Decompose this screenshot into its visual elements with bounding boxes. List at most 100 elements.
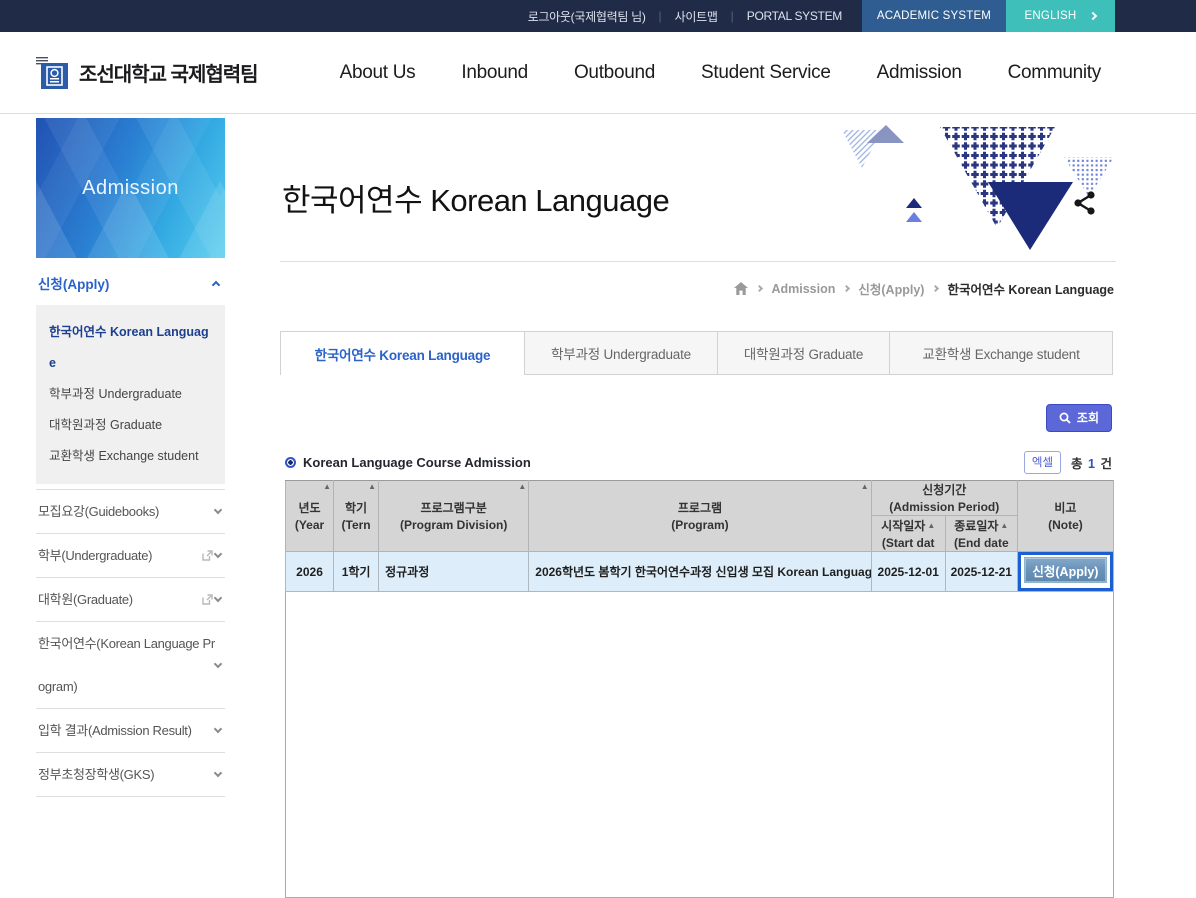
tab-graduate[interactable]: 대학원과정 Graduate (718, 331, 890, 375)
column-header-program[interactable]: ▲ 프로그램 (Program) (529, 481, 871, 552)
table-row: 2026 1학기 정규과정 2026학년도 봄학기 한국어연수과정 신입생 모집… (286, 552, 1114, 592)
main-navigation: About Us Inbound Outbound Student Servic… (340, 62, 1101, 84)
breadcrumb-separator (756, 285, 763, 292)
breadcrumb-admission[interactable]: Admission (771, 282, 835, 296)
sort-asc-icon: ▲ (518, 483, 526, 491)
menu-label: 입학 결과(Admission Result) (38, 709, 215, 752)
admission-grid: ▲ 년도 (Year ▲ 학기 (Tern ▲ 프로그램구분 (Prog (285, 480, 1114, 898)
total-count: 총 1 건 (1071, 453, 1112, 472)
search-icon (1059, 412, 1071, 424)
chevron-down-icon (214, 659, 222, 667)
breadcrumb-separator (932, 285, 939, 292)
sort-asc-icon: ▲ (323, 483, 331, 491)
sidebar-item-undergraduate[interactable]: 학부(Undergraduate) (36, 534, 225, 578)
sidebar-item-exchange-student[interactable]: 교환학생 Exchange student (49, 441, 212, 472)
sidebar-item-graduate-course[interactable]: 대학원과정 Graduate (49, 410, 212, 441)
search-button-label: 조회 (1077, 409, 1099, 426)
english-label: ENGLISH (1025, 10, 1077, 22)
column-header-admission-period: 신청기간 (Admission Period) (871, 481, 1017, 516)
nav-inbound[interactable]: Inbound (461, 62, 528, 84)
decorative-triangles (837, 122, 1115, 254)
academic-system-button[interactable]: ACADEMIC SYSTEM (862, 0, 1006, 32)
topbar: 로그아웃(국제협력팀 님) | 사이트맵 | PORTAL SYSTEM ACA… (0, 0, 1196, 32)
column-header-note[interactable]: 비고 (Note) (1017, 481, 1113, 552)
menu-label: 학부(Undergraduate) (38, 534, 198, 577)
sort-asc-icon: ▲ (1000, 521, 1008, 530)
total-count-value: 1 (1086, 457, 1097, 471)
cell-end-date: 2025-12-21 (945, 552, 1017, 592)
sidebar-item-undergraduate-course[interactable]: 학부과정 Undergraduate (49, 379, 212, 410)
column-header-year[interactable]: ▲ 년도 (Year (286, 481, 334, 552)
menu-label: 한국어연수(Korean Language Program) (38, 622, 215, 708)
topbar-divider: | (731, 9, 734, 23)
tab-bar: 한국어연수 Korean Language 학부과정 Undergraduate… (280, 331, 1116, 375)
nav-admission[interactable]: Admission (877, 62, 962, 84)
highlight-ring: 신청(Apply) (1018, 552, 1113, 591)
logo-text: 조선대학교 국제협력팀 (79, 58, 258, 87)
cell-note: 신청(Apply) (1017, 552, 1113, 592)
title-divider (280, 261, 1116, 262)
nav-community[interactable]: Community (1008, 62, 1101, 84)
total-prefix: 총 (1071, 457, 1083, 471)
nav-student-service[interactable]: Student Service (701, 62, 831, 84)
breadcrumb-apply[interactable]: 신청(Apply) (858, 279, 924, 298)
external-link-icon (202, 550, 213, 561)
chevron-up-icon (212, 280, 220, 288)
sort-asc-icon: ▲ (368, 483, 376, 491)
grid-section-title: Korean Language Course Admission (303, 455, 531, 470)
university-logo[interactable]: 조선대학교 국제협력팀 (36, 56, 258, 90)
chevron-down-icon (214, 769, 222, 777)
column-header-program-division[interactable]: ▲ 프로그램구분 (Program Division) (379, 481, 529, 552)
sidebar-menu: 모집요강(Guidebooks) 학부(Undergraduate) 대학원(G… (36, 489, 225, 797)
sort-asc-icon: ▲ (927, 521, 935, 530)
search-button[interactable]: 조회 (1046, 404, 1112, 432)
tab-exchange-student[interactable]: 교환학생 Exchange student (890, 331, 1113, 375)
small-blue-triangle (906, 212, 922, 222)
apply-submenu: 한국어연수 Korean Language 학부과정 Undergraduate… (36, 305, 225, 484)
cell-term: 1학기 (334, 552, 379, 592)
sidebar-item-admission-result[interactable]: 입학 결과(Admission Result) (36, 709, 225, 753)
topbar-filler (1115, 0, 1196, 32)
excel-export-button[interactable]: 엑셀 (1024, 451, 1061, 474)
column-header-term[interactable]: ▲ 학기 (Tern (334, 481, 379, 552)
language-english-button[interactable]: ENGLISH (1006, 0, 1115, 32)
nav-outbound[interactable]: Outbound (574, 62, 655, 84)
column-header-start-date[interactable]: 시작일자▲ (Start dat (871, 516, 945, 552)
section-bullet-icon (285, 457, 296, 468)
tab-korean-language[interactable]: 한국어연수 Korean Language (280, 331, 525, 375)
sidebar-section-apply[interactable]: 신청(Apply) (36, 258, 225, 305)
breadcrumb-current: 한국어연수 Korean Language (947, 279, 1114, 298)
sort-asc-icon: ▲ (861, 483, 869, 491)
share-icon[interactable] (1074, 191, 1094, 214)
main-content: 한국어연수 Korean Language Admission 신청(Apply… (280, 114, 1116, 891)
sidebar-banner-title: Admission (82, 177, 179, 200)
breadcrumb: Admission 신청(Apply) 한국어연수 Korean Languag… (280, 279, 1116, 298)
university-logo-emblem (36, 56, 70, 90)
portal-system-link[interactable]: PORTAL SYSTEM (747, 9, 842, 23)
chevron-down-icon (214, 725, 222, 733)
grid-empty-body (285, 592, 1114, 898)
column-header-end-date[interactable]: 종료일자▲ (End date (945, 516, 1017, 552)
chevron-down-icon (214, 594, 222, 602)
sitemap-link[interactable]: 사이트맵 (675, 8, 718, 25)
sidebar-banner: Admission (36, 118, 225, 258)
menu-label: 모집요강(Guidebooks) (38, 490, 215, 533)
apply-button[interactable]: 신청(Apply) (1024, 557, 1107, 583)
sidebar-item-guidebooks[interactable]: 모집요강(Guidebooks) (36, 490, 225, 534)
sidebar-item-korean-language[interactable]: 한국어연수 Korean Language (49, 317, 212, 379)
site-header: 조선대학교 국제협력팀 About Us Inbound Outbound St… (0, 32, 1196, 114)
sidebar-section-apply-label: 신청(Apply) (38, 273, 109, 293)
topbar-divider: | (659, 9, 662, 23)
small-navy-triangle (906, 198, 922, 208)
menu-label: 정부초청장학생(GKS) (38, 753, 215, 796)
nav-about-us[interactable]: About Us (340, 62, 416, 84)
tab-undergraduate[interactable]: 학부과정 Undergraduate (525, 331, 718, 375)
home-icon[interactable] (734, 282, 748, 295)
external-link-icon (202, 594, 213, 605)
logout-link[interactable]: 로그아웃(국제협력팀 님) (528, 8, 646, 25)
cell-program: 2026학년도 봄학기 한국어연수과정 신입생 모집 Korean Langua… (529, 552, 871, 592)
sidebar-item-korean-language-program[interactable]: 한국어연수(Korean Language Program) (36, 622, 225, 709)
sidebar: Admission 신청(Apply) 한국어연수 Korean Languag… (36, 118, 225, 797)
sidebar-item-graduate[interactable]: 대학원(Graduate) (36, 578, 225, 622)
sidebar-item-gks[interactable]: 정부초청장학생(GKS) (36, 753, 225, 797)
